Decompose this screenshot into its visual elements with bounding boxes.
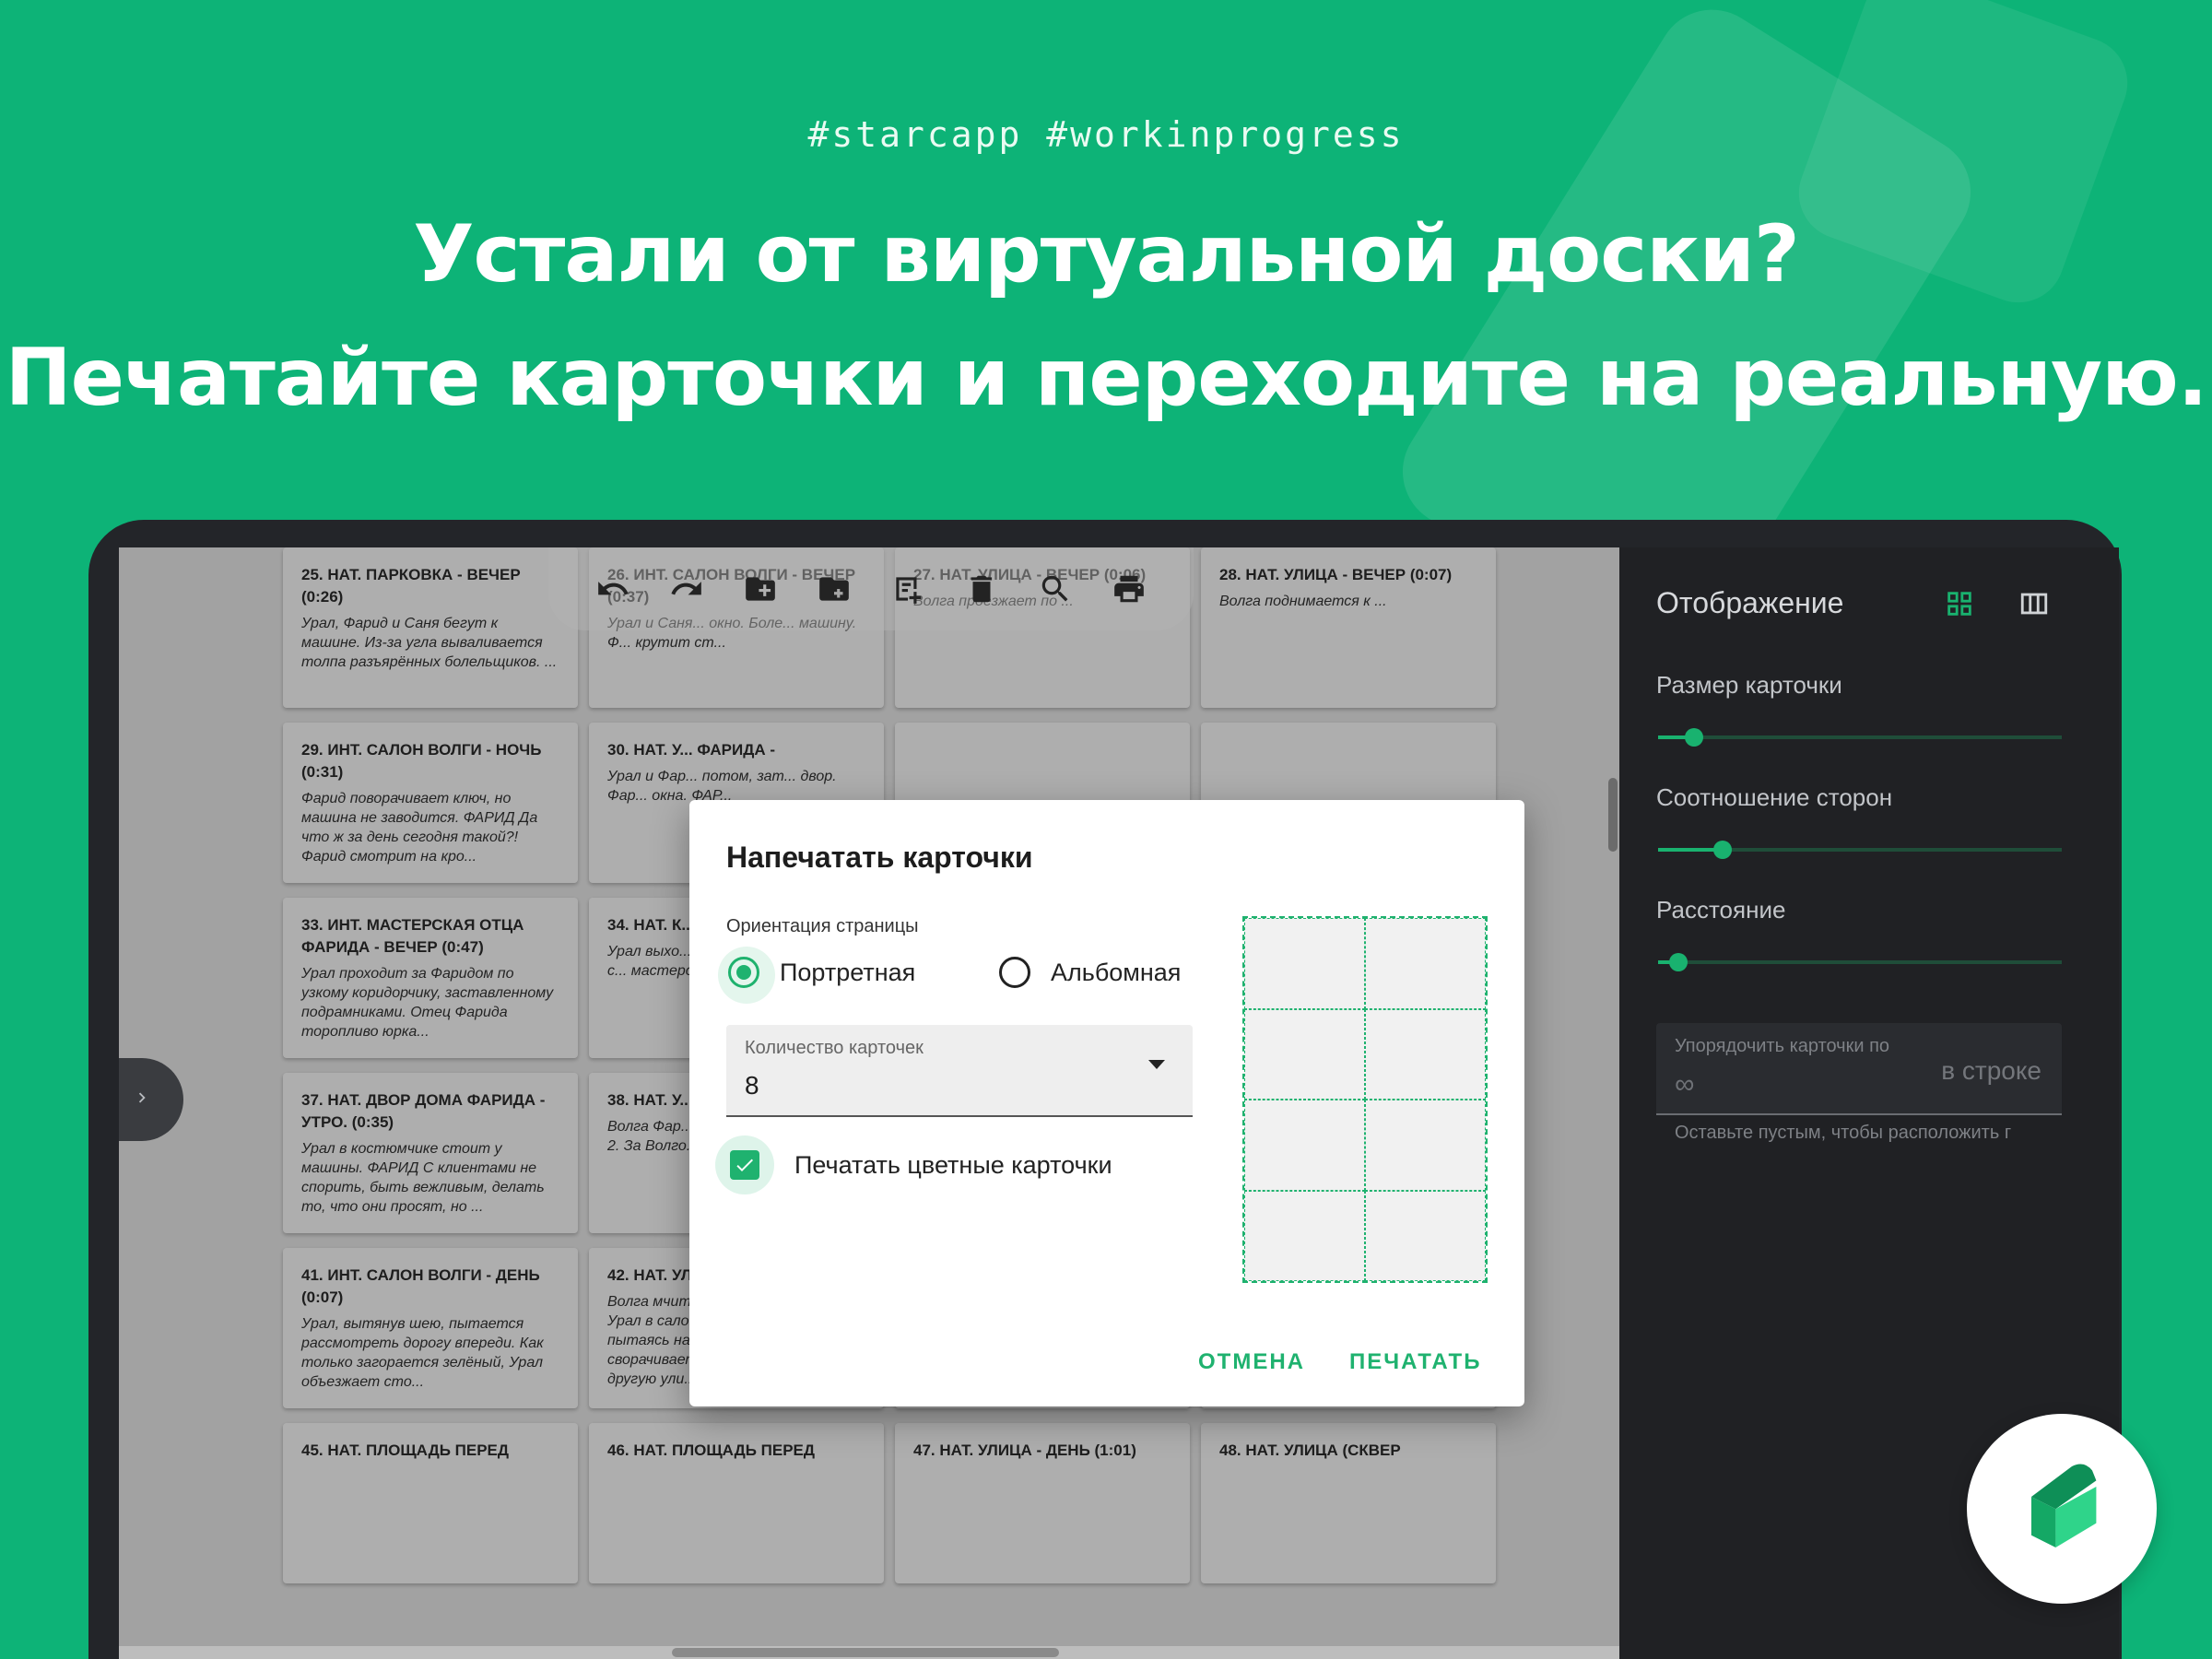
slider-knob[interactable] xyxy=(1685,728,1703,747)
preview-slot xyxy=(1244,1100,1365,1191)
horizontal-scrollbar[interactable] xyxy=(119,1646,1619,1659)
cards-per-row-input[interactable]: Упорядочить карточки по ∞ в строке xyxy=(1656,1023,2062,1115)
vertical-scrollbar[interactable] xyxy=(1608,778,1618,852)
radio-focus-halo xyxy=(718,947,775,1004)
chevron-right-icon xyxy=(132,1088,152,1112)
portrait-label: Портретная xyxy=(780,958,916,986)
landscape-radio[interactable]: Альбомная xyxy=(999,957,1181,988)
cards-per-row-value[interactable]: ∞ xyxy=(1675,1069,1694,1100)
radio-unselected-icon[interactable] xyxy=(999,957,1030,988)
cards-per-row-label: Упорядочить карточки по xyxy=(1675,1036,1890,1056)
print-cards-dialog: Напечатать карточки Ориентация страницы … xyxy=(689,800,1524,1406)
portrait-radio[interactable]: Портретная xyxy=(718,947,916,1004)
preview-slot xyxy=(1365,1100,1486,1191)
headline-line-1: Устали от виртуальной доски? xyxy=(413,208,1800,300)
card-count-label: Количество карточек xyxy=(745,1038,924,1058)
app-logo-badge xyxy=(1967,1414,2157,1604)
grid-view-icon[interactable] xyxy=(1944,588,1975,619)
print-button[interactable]: ПЕЧАТАТЬ xyxy=(1349,1349,1481,1375)
hashtags: #starcapp #workinprogress xyxy=(807,114,1405,155)
orientation-label: Ориентация страницы xyxy=(726,916,919,936)
landscape-label: Альбомная xyxy=(1051,958,1182,986)
preview-slot xyxy=(1244,1190,1365,1281)
page-layout-preview xyxy=(1242,916,1488,1283)
columns-view-icon[interactable] xyxy=(2018,588,2051,619)
radio-selected-icon[interactable] xyxy=(718,947,775,1004)
aspect-ratio-label: Соотношение сторон xyxy=(1656,783,1893,811)
card-count-value: 8 xyxy=(745,1071,759,1100)
preview-slot xyxy=(1244,918,1365,1009)
slider-knob[interactable] xyxy=(1713,841,1732,859)
dropdown-arrow-icon[interactable] xyxy=(1148,1060,1165,1069)
starc-logo-icon xyxy=(2011,1456,2112,1562)
preview-slot xyxy=(1244,1008,1365,1100)
preview-slot xyxy=(1365,1190,1486,1281)
card-count-select[interactable]: Количество карточек 8 xyxy=(726,1025,1193,1117)
panel-title: Отображение xyxy=(1656,586,1844,619)
slider-knob[interactable] xyxy=(1669,953,1688,971)
spacing-label: Расстояние xyxy=(1656,896,1786,924)
checkbox-focus-halo xyxy=(715,1135,774,1194)
preview-slot xyxy=(1365,1008,1486,1100)
headline-line-2: Печатайте карточки и переходите на реаль… xyxy=(5,332,2208,424)
cancel-button[interactable]: ОТМЕНА xyxy=(1198,1349,1305,1375)
dialog-title: Напечатать карточки xyxy=(726,841,1033,874)
checkbox-checked-icon[interactable] xyxy=(730,1150,759,1180)
color-print-checkbox[interactable]: Печатать цветные карточки xyxy=(715,1135,1112,1194)
aspect-ratio-slider[interactable] xyxy=(1658,841,2062,859)
card-size-slider[interactable] xyxy=(1658,728,2062,747)
card-size-label: Размер карточки xyxy=(1656,671,1842,699)
color-print-label: Печатать цветные карточки xyxy=(794,1150,1112,1179)
preview-slot xyxy=(1365,918,1486,1009)
cards-per-row-suffix: в строке xyxy=(1941,1056,2041,1085)
cards-per-row-helper: Оставьте пустым, чтобы расположить г xyxy=(1675,1123,2012,1143)
scrollbar-thumb[interactable] xyxy=(672,1648,1059,1657)
spacing-slider[interactable] xyxy=(1658,953,2062,971)
